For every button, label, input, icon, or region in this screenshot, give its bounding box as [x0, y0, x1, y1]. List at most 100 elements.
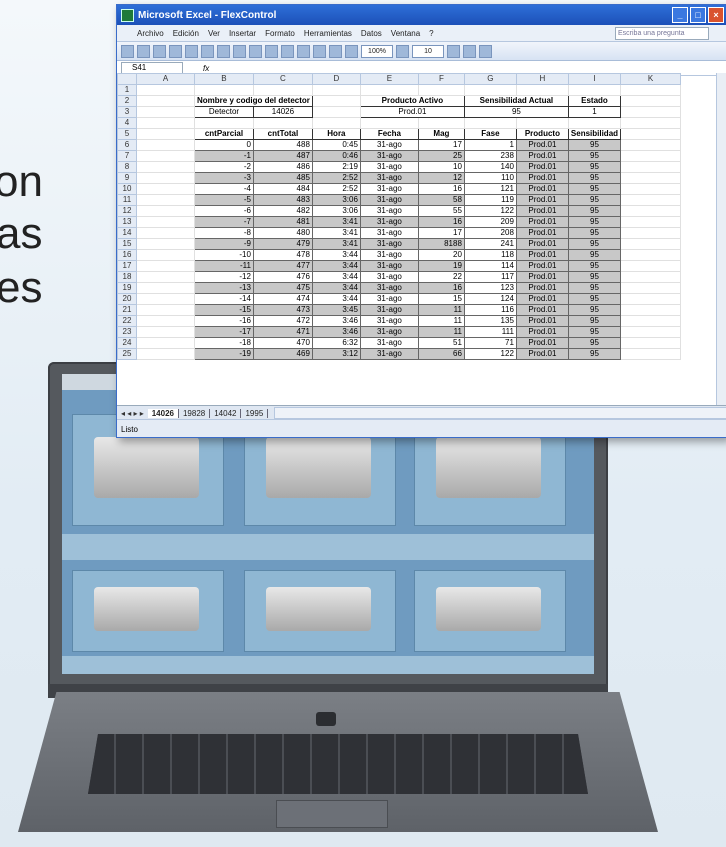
row-header[interactable]: 9	[117, 172, 137, 184]
data-cell[interactable]: 20	[417, 249, 465, 261]
estado-value-cell[interactable]: 1	[567, 106, 622, 118]
data-cell[interactable]: 11	[417, 304, 465, 316]
data-cell[interactable]: Prod.01	[515, 216, 569, 228]
cell[interactable]	[620, 216, 682, 228]
data-cell[interactable]: -2	[194, 161, 254, 173]
data-cell[interactable]: 470	[252, 337, 313, 349]
column-header-h[interactable]: H	[515, 73, 569, 85]
data-cell[interactable]: 3:46	[311, 326, 361, 338]
data-cell[interactable]: 71	[463, 337, 517, 349]
data-cell[interactable]: 55	[417, 205, 465, 217]
data-cell[interactable]: 484	[252, 183, 313, 195]
cell[interactable]	[136, 315, 195, 327]
data-cell[interactable]: 3:41	[311, 216, 361, 228]
cell[interactable]	[136, 282, 195, 294]
cell[interactable]	[136, 117, 195, 129]
data-cell[interactable]: 19	[417, 260, 465, 272]
cell[interactable]	[136, 260, 195, 272]
data-cell[interactable]: 31-ago	[359, 293, 419, 305]
data-cell[interactable]: 479	[252, 238, 313, 250]
data-cell[interactable]: 17	[417, 139, 465, 151]
data-cell[interactable]: -6	[194, 205, 254, 217]
cell[interactable]	[136, 216, 195, 228]
data-cell[interactable]: Prod.01	[515, 293, 569, 305]
cell[interactable]	[136, 271, 195, 283]
data-cell[interactable]: Prod.01	[515, 150, 569, 162]
cell[interactable]	[253, 117, 313, 129]
cell[interactable]	[516, 117, 569, 129]
row-header[interactable]: 25	[117, 348, 137, 360]
data-cell[interactable]: Prod.01	[515, 315, 569, 327]
data-cell[interactable]: 111	[463, 326, 517, 338]
cell[interactable]	[194, 84, 254, 96]
cell[interactable]	[418, 84, 465, 96]
producto-title-cell[interactable]: Producto Activo	[359, 95, 465, 107]
data-cell[interactable]: 15	[417, 293, 465, 305]
open-icon[interactable]	[137, 44, 150, 58]
cell[interactable]	[194, 117, 254, 129]
align-icon[interactable]	[463, 44, 476, 58]
row-header[interactable]: 8	[117, 161, 137, 173]
cell[interactable]	[620, 326, 682, 338]
data-cell[interactable]: 3:45	[311, 304, 361, 316]
data-cell[interactable]: 31-ago	[359, 205, 419, 217]
data-cell[interactable]: 95	[567, 249, 622, 261]
data-cell[interactable]: 95	[567, 326, 622, 338]
data-cell[interactable]: 31-ago	[359, 271, 419, 283]
cell[interactable]	[620, 249, 682, 261]
data-cell[interactable]: 95	[567, 205, 622, 217]
row-header[interactable]: 12	[117, 205, 137, 217]
table-header-cell[interactable]: cntParcial	[194, 128, 254, 140]
column-header-e[interactable]: E	[359, 73, 419, 85]
data-cell[interactable]: 31-ago	[359, 315, 419, 327]
cell[interactable]	[136, 293, 195, 305]
cell[interactable]	[136, 95, 195, 107]
undo-icon[interactable]	[265, 44, 278, 58]
menu-archivo[interactable]: Archivo	[137, 29, 164, 38]
row-header[interactable]: 10	[117, 183, 137, 195]
data-cell[interactable]: Prod.01	[515, 282, 569, 294]
data-cell[interactable]: -9	[194, 238, 254, 250]
cell[interactable]	[620, 128, 682, 140]
data-cell[interactable]: -15	[194, 304, 254, 316]
data-cell[interactable]: 3:44	[311, 282, 361, 294]
table-header-cell[interactable]: Fecha	[359, 128, 419, 140]
data-cell[interactable]: 95	[567, 139, 622, 151]
spreadsheet-grid[interactable]: ABCDEFGHIK 1 2 Nombre y codigo del detecto…	[117, 73, 717, 405]
data-cell[interactable]: 16	[417, 216, 465, 228]
cell[interactable]	[620, 194, 682, 206]
row-header[interactable]: 16	[117, 249, 137, 261]
menu-edicion[interactable]: Edición	[173, 29, 199, 38]
corner-cell[interactable]	[117, 73, 137, 85]
data-cell[interactable]: 122	[463, 205, 517, 217]
data-cell[interactable]: 3:41	[311, 238, 361, 250]
data-cell[interactable]: 208	[463, 227, 517, 239]
data-cell[interactable]: 17	[417, 227, 465, 239]
data-cell[interactable]: 31-ago	[359, 249, 419, 261]
cell[interactable]	[620, 282, 682, 294]
data-cell[interactable]: 2:52	[311, 183, 361, 195]
copy-icon[interactable]	[233, 44, 246, 58]
data-cell[interactable]: 119	[463, 194, 517, 206]
data-cell[interactable]: -19	[194, 348, 254, 360]
data-cell[interactable]: 0:45	[311, 139, 361, 151]
column-header-a[interactable]: A	[136, 73, 195, 85]
cell[interactable]	[620, 117, 682, 129]
cell[interactable]	[253, 84, 313, 96]
cell[interactable]	[136, 84, 195, 96]
spell-icon[interactable]	[201, 44, 214, 58]
data-cell[interactable]: Prod.01	[515, 271, 569, 283]
print-icon[interactable]	[169, 44, 182, 58]
data-cell[interactable]: 122	[463, 348, 517, 360]
help-icon[interactable]	[396, 44, 409, 58]
data-cell[interactable]: -16	[194, 315, 254, 327]
data-cell[interactable]: 469	[252, 348, 313, 360]
table-header-cell[interactable]: cntTotal	[252, 128, 313, 140]
data-cell[interactable]: 487	[252, 150, 313, 162]
cell[interactable]	[620, 271, 682, 283]
sort-asc-icon[interactable]	[313, 44, 326, 58]
data-cell[interactable]: 58	[417, 194, 465, 206]
cell[interactable]	[620, 139, 682, 151]
data-cell[interactable]: 3:44	[311, 249, 361, 261]
data-cell[interactable]: 114	[463, 260, 517, 272]
